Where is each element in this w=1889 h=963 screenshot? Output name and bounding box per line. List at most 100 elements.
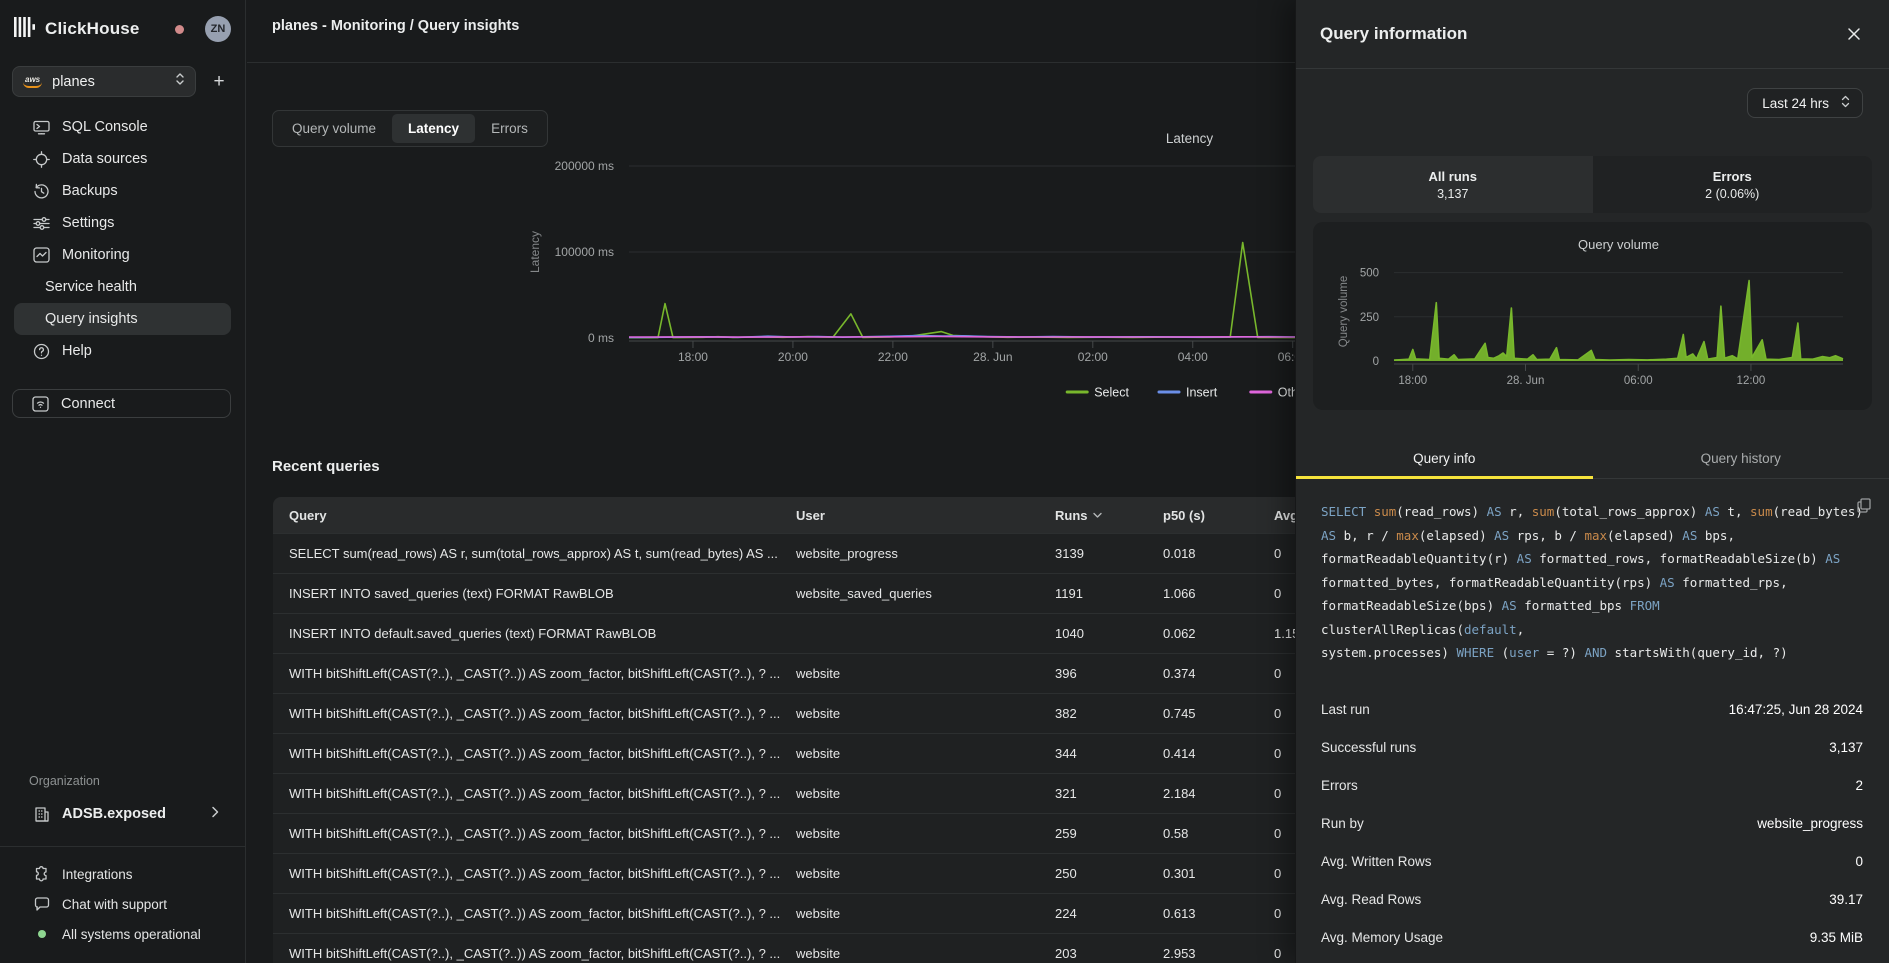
runs-errors-segments: All runs 3,137 Errors 2 (0.06%) (1313, 156, 1872, 213)
sidebar-footer: Integrations Chat with support All syste… (0, 830, 245, 963)
footer-item-label: All systems operational (62, 927, 201, 942)
stat-value: 3,137 (1829, 740, 1863, 755)
sidebar-item-backups[interactable]: Backups (14, 175, 231, 207)
sidebar-item-settings[interactable]: Settings (14, 207, 231, 239)
table-cell: website (796, 786, 1055, 801)
table-cell: WITH bitShiftLeft(CAST(?..), _CAST(?..))… (289, 706, 796, 721)
table-cell: SELECT sum(read_rows) AS r, sum(total_ro… (289, 546, 796, 561)
time-range-value: Last 24 hrs (1762, 96, 1829, 111)
sql-code-block: SELECT sum(read_rows) AS r, sum(total_ro… (1321, 500, 1865, 665)
query-volume-chart-svg: 025050018:0028. Jun06:0012:00Query volum… (1313, 222, 1867, 410)
table-cell: 2.953 (1163, 946, 1274, 961)
table-cell: INSERT INTO saved_queries (text) FORMAT … (289, 586, 796, 601)
table-cell: 250 (1055, 866, 1163, 881)
brand-row: ClickHouse ZN (0, 0, 245, 54)
column-header[interactable]: User (796, 508, 1055, 523)
table-cell: website_saved_queries (796, 586, 1055, 601)
segment-label: Errors (1713, 169, 1752, 184)
time-range-select[interactable]: Last 24 hrs (1747, 88, 1863, 118)
connect-label: Connect (61, 396, 115, 412)
svg-text:Query volume: Query volume (1338, 276, 1350, 348)
restore-icon (33, 183, 50, 200)
panel-header: Query information (1296, 0, 1889, 69)
sidebar-item-label: Data sources (62, 151, 147, 167)
sidebar-item-label: Monitoring (62, 247, 130, 263)
sidebar-item-service-health[interactable]: Service health (14, 271, 231, 303)
page-title: planes - Monitoring / Query insights (272, 18, 519, 34)
chevron-updown-icon (175, 72, 185, 91)
service-name: planes (52, 74, 95, 90)
panel-title: Query information (1320, 24, 1467, 44)
table-cell: 3139 (1055, 546, 1163, 561)
table-cell: 1.066 (1163, 586, 1274, 601)
segment-label: All runs (1429, 169, 1477, 184)
copy-icon[interactable] (1857, 498, 1871, 513)
tab-query-info[interactable]: Query info (1296, 441, 1593, 478)
organization-label: Organization (0, 774, 245, 788)
stat-row: Avg. Read Rows39.17 (1296, 881, 1889, 919)
query-volume-card: 025050018:0028. Jun06:0012:00Query volum… (1313, 222, 1872, 410)
column-header[interactable]: Query (289, 508, 796, 523)
chevron-updown-icon (1841, 95, 1850, 111)
chat-support-link[interactable]: Chat with support (0, 889, 245, 919)
svg-text:04:00: 04:00 (1178, 350, 1208, 364)
sidebar-item-sql-console[interactable]: SQL Console (14, 111, 231, 143)
table-cell: 0.414 (1163, 746, 1274, 761)
table-cell: 1040 (1055, 626, 1163, 641)
brand-name: ClickHouse (45, 19, 140, 39)
table-cell: WITH bitShiftLeft(CAST(?..), _CAST(?..))… (289, 826, 796, 841)
tab-query-history[interactable]: Query history (1593, 441, 1889, 478)
avatar[interactable]: ZN (205, 16, 231, 42)
table-cell: 0.018 (1163, 546, 1274, 561)
stat-label: Avg. Written Rows (1321, 854, 1432, 869)
service-selector[interactable]: aws planes (12, 66, 196, 97)
chevron-right-icon (211, 805, 219, 823)
stat-value: website_progress (1757, 816, 1863, 831)
svg-text:100000 ms: 100000 ms (555, 245, 614, 259)
table-cell: website_progress (796, 546, 1055, 561)
column-header[interactable]: Runs (1055, 508, 1163, 523)
svg-text:02:00: 02:00 (1078, 350, 1108, 364)
sidebar-item-monitoring[interactable]: Monitoring (14, 239, 231, 271)
table-cell: 321 (1055, 786, 1163, 801)
app-root: ClickHouse ZN aws planes + (0, 0, 1889, 963)
table-cell: website (796, 706, 1055, 721)
monitoring-icon (33, 247, 50, 263)
organization-switcher[interactable]: ADSB.exposed (14, 798, 231, 830)
sliders-icon (33, 216, 50, 231)
sql-line: formatReadableSize(bps) AS formatted_bps… (1321, 594, 1865, 641)
table-cell: website (796, 746, 1055, 761)
table-cell: 259 (1055, 826, 1163, 841)
close-icon[interactable] (1843, 23, 1865, 45)
table-cell: 396 (1055, 666, 1163, 681)
svg-text:500: 500 (1360, 268, 1379, 280)
connect-button[interactable]: Connect (12, 389, 231, 418)
sidebar-item-data-sources[interactable]: Data sources (14, 143, 231, 175)
sidebar-item-query-insights[interactable]: Query insights (14, 303, 231, 335)
query-information-panel: Query information Last 24 hrs All runs 3… (1295, 0, 1889, 963)
svg-text:20:00: 20:00 (778, 350, 808, 364)
recent-queries-title: Recent queries (272, 458, 380, 475)
integrations-link[interactable]: Integrations (0, 859, 245, 889)
time-range-row: Last 24 hrs (1296, 69, 1889, 118)
system-status-link[interactable]: All systems operational (0, 919, 245, 949)
stat-label: Successful runs (1321, 740, 1416, 755)
table-cell: WITH bitShiftLeft(CAST(?..), _CAST(?..))… (289, 786, 796, 801)
sidebar-item-help[interactable]: Help (14, 335, 231, 367)
table-cell: website (796, 826, 1055, 841)
segment-all-runs[interactable]: All runs 3,137 (1313, 156, 1593, 213)
add-service-button[interactable]: + (205, 68, 233, 96)
stat-row: Avg. Memory Usage9.35 MiB (1296, 919, 1889, 957)
sort-desc-icon (1093, 512, 1102, 518)
sidebar-item-label: Backups (62, 183, 118, 199)
svg-text:Select: Select (1094, 386, 1129, 400)
stat-value: 9.35 MiB (1810, 930, 1863, 945)
chat-icon (33, 897, 50, 912)
table-cell: 0.613 (1163, 906, 1274, 921)
status-ok-icon (33, 930, 50, 938)
footer-item-label: Integrations (62, 867, 133, 882)
column-header[interactable]: p50 (s) (1163, 508, 1274, 523)
segment-errors[interactable]: Errors 2 (0.06%) (1593, 156, 1873, 213)
notification-dot (175, 25, 184, 34)
stat-row: Avg. Written Rows0 (1296, 843, 1889, 881)
